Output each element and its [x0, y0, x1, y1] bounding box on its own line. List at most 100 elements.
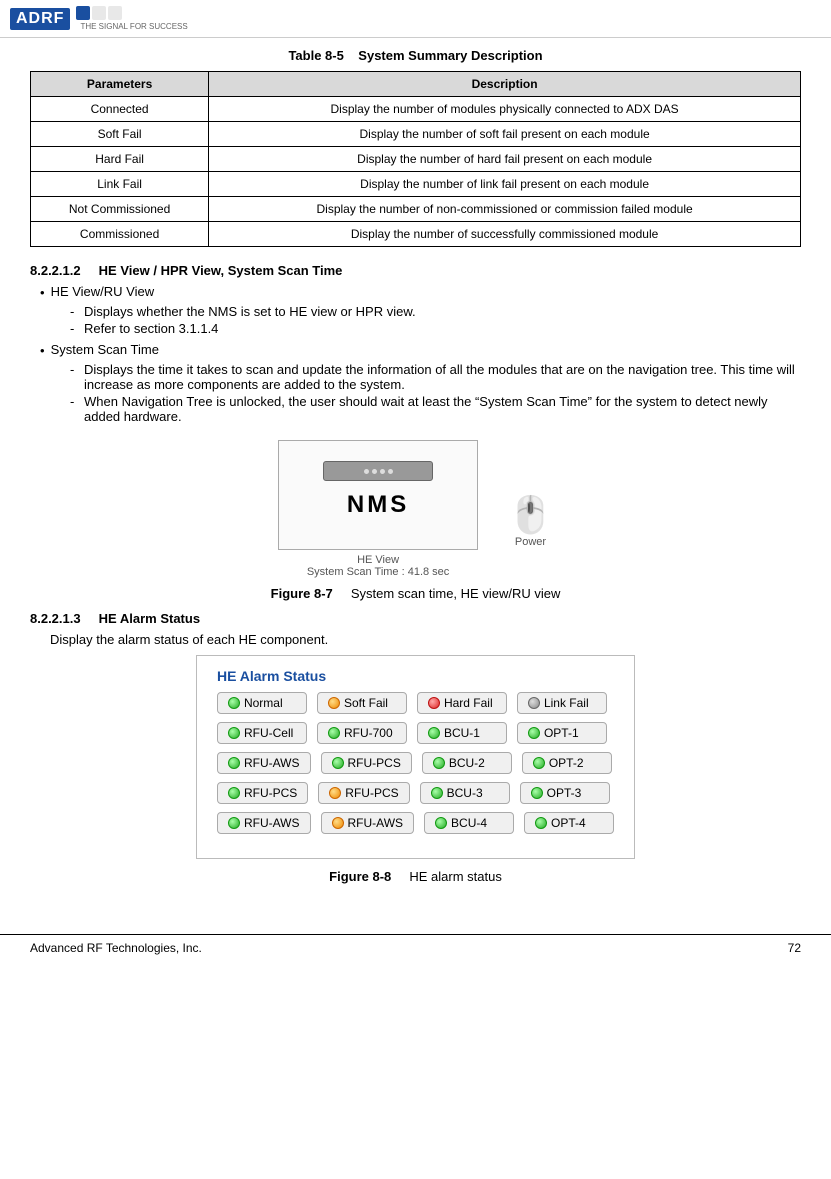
he-view-dashes: Displays whether the NMS is set to HE vi…: [70, 304, 801, 336]
table-label: Table 8-5: [288, 48, 343, 63]
desc-cell: Display the number of successfully commi…: [209, 222, 801, 247]
param-cell: Link Fail: [31, 172, 209, 197]
component-label: OPT-4: [551, 816, 586, 830]
component-dot: [535, 817, 547, 829]
he-view-label: HE View: [278, 554, 478, 566]
section-822-title: HE View / HPR View, System Scan Time: [99, 263, 343, 278]
logo-area: ADRF THE SIGNAL FOR SUCCESS: [10, 6, 188, 31]
component-dot: [228, 727, 240, 739]
status-label: Normal: [244, 696, 283, 710]
section-823-number: 8.2.2.1.3: [30, 611, 81, 626]
nms-label: NMS: [309, 491, 447, 519]
alarm-component-button: RFU-700: [317, 722, 407, 744]
param-cell: Not Commissioned: [31, 197, 209, 222]
component-label: RFU-PCS: [348, 756, 401, 770]
desc-cell: Display the number of link fail present …: [209, 172, 801, 197]
component-label: OPT-1: [544, 726, 579, 740]
col-description: Description: [209, 72, 801, 97]
figure-8-8-text: HE alarm status: [409, 869, 501, 884]
scan-time-label: System Scan Time: [51, 342, 801, 357]
component-dot: [228, 787, 240, 799]
table-row: Connected Display the number of modules …: [31, 97, 801, 122]
alarm-status-button: Link Fail: [517, 692, 607, 714]
alarm-component-button: RFU-PCS: [217, 782, 308, 804]
alarm-component-row: RFU-PCSRFU-PCSBCU-3OPT-3: [217, 782, 614, 804]
alarm-component-row: RFU-AWS RFU-AWS BCU-4 OPT-4: [217, 812, 614, 834]
alarm-component-button: RFU-AWS: [321, 812, 415, 834]
table-row: Not Commissioned Display the number of n…: [31, 197, 801, 222]
component-label: BCU-3: [447, 786, 483, 800]
table-row: Soft Fail Display the number of soft fai…: [31, 122, 801, 147]
alarm-component-button: OPT-4: [524, 812, 614, 834]
alarm-component-button: OPT-1: [517, 722, 607, 744]
main-content: Table 8-5 System Summary Description Par…: [0, 38, 831, 914]
component-label: OPT-2: [549, 756, 584, 770]
param-cell: Hard Fail: [31, 147, 209, 172]
header: ADRF THE SIGNAL FOR SUCCESS: [0, 0, 831, 38]
table-title: Table 8-5 System Summary Description: [30, 48, 801, 63]
table-row: Hard Fail Display the number of hard fai…: [31, 147, 801, 172]
alarm-component-button: OPT-3: [520, 782, 610, 804]
scan-time-bullet: • System Scan Time: [40, 342, 801, 358]
status-label: Soft Fail: [344, 696, 388, 710]
scan-time-display: System Scan Time : 41.8 sec: [278, 566, 478, 578]
alarm-intro: Display the alarm status of each HE comp…: [50, 632, 801, 647]
alarm-status-button: Normal: [217, 692, 307, 714]
footer-page: 72: [788, 941, 801, 955]
table-row: Commissioned Display the number of succe…: [31, 222, 801, 247]
scan-dash-item: When Navigation Tree is unlocked, the us…: [70, 394, 801, 424]
component-dot: [435, 817, 447, 829]
component-label: OPT-3: [547, 786, 582, 800]
component-dot: [528, 727, 540, 739]
section-823-heading: 8.2.2.1.3 HE Alarm Status: [30, 611, 801, 626]
alarm-title: HE Alarm Status: [217, 668, 614, 684]
figure-8-8-caption: Figure 8-8 HE alarm status: [30, 869, 801, 884]
scan-time-dashes: Displays the time it takes to scan and u…: [70, 362, 801, 424]
desc-cell: Display the number of soft fail present …: [209, 122, 801, 147]
footer-company: Advanced RF Technologies, Inc.: [30, 941, 202, 955]
desc-cell: Display the number of modules physically…: [209, 97, 801, 122]
figure-8-7-number: Figure 8-7: [271, 586, 333, 601]
power-label: Power: [508, 536, 553, 548]
status-dot: [228, 697, 240, 709]
alarm-status-button: Hard Fail: [417, 692, 507, 714]
alarm-component-button: RFU-PCS: [321, 752, 412, 774]
component-label: RFU-AWS: [348, 816, 404, 830]
figure-8-8-number: Figure 8-8: [329, 869, 391, 884]
component-dot: [228, 757, 240, 769]
status-label: Hard Fail: [444, 696, 493, 710]
desc-cell: Display the number of non-commissioned o…: [209, 197, 801, 222]
component-label: BCU-1: [444, 726, 480, 740]
alarm-status-row: Normal Soft Fail Hard Fail Link Fail: [217, 692, 614, 714]
alarm-component-button: RFU-AWS: [217, 812, 311, 834]
component-dot: [431, 787, 443, 799]
bullet-dot-1: •: [40, 285, 45, 300]
status-dot: [428, 697, 440, 709]
alarm-component-button: BCU-2: [422, 752, 512, 774]
alarm-box: HE Alarm Status Normal Soft Fail Hard Fail…: [196, 655, 635, 859]
alarm-component-row: RFU-AWSRFU-PCSBCU-2OPT-2: [217, 752, 614, 774]
alarm-component-row: RFU-CellRFU-700BCU-1OPT-1: [217, 722, 614, 744]
section-823-title: HE Alarm Status: [99, 611, 200, 626]
component-dot: [533, 757, 545, 769]
figure-8-7-text: System scan time, HE view/RU view: [351, 586, 561, 601]
param-cell: Commissioned: [31, 222, 209, 247]
section-822-number: 8.2.2.1.2: [30, 263, 81, 278]
col-parameters: Parameters: [31, 72, 209, 97]
he-view-dash-item: Displays whether the NMS is set to HE vi…: [70, 304, 801, 319]
component-dot: [428, 727, 440, 739]
alarm-component-button: BCU-3: [420, 782, 510, 804]
desc-cell: Display the number of hard fail present …: [209, 147, 801, 172]
status-dot: [528, 697, 540, 709]
table-row: Link Fail Display the number of link fai…: [31, 172, 801, 197]
status-dot: [328, 697, 340, 709]
status-label: Link Fail: [544, 696, 589, 710]
component-label: BCU-4: [451, 816, 487, 830]
bullet-dot-2: •: [40, 343, 45, 358]
figure-8-8-container: Figure 8-8 HE alarm status: [30, 869, 801, 884]
component-label: RFU-PCS: [244, 786, 297, 800]
alarm-component-button: BCU-4: [424, 812, 514, 834]
footer: Advanced RF Technologies, Inc. 72: [0, 934, 831, 961]
scan-dash-item: Displays the time it takes to scan and u…: [70, 362, 801, 392]
component-dot: [332, 757, 344, 769]
